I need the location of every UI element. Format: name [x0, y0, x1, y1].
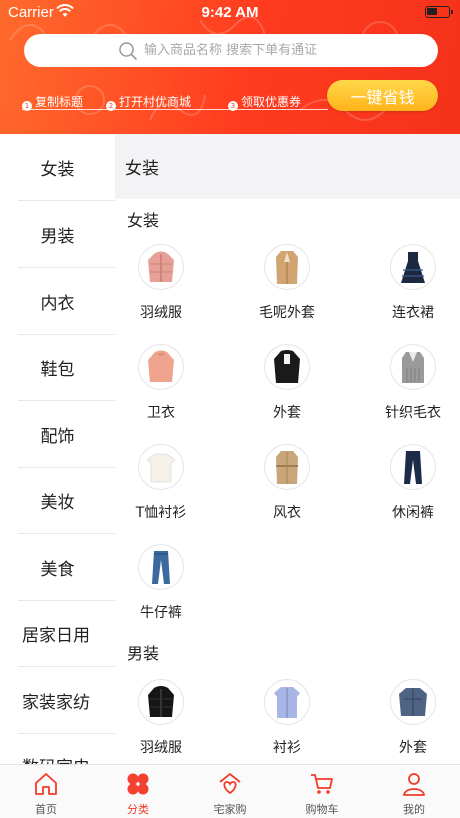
- tab-category[interactable]: 分类: [92, 765, 184, 818]
- status-time: 9:42 AM: [201, 4, 259, 21]
- category-content: 女装 女装 羽绒服 毛呢外套 连衣裙 卫衣 外套 针织毛衣 T恤衬衫 风衣 休闲…: [115, 134, 460, 764]
- casual-pants-icon: [390, 444, 436, 490]
- sidebar-item-label: 数码家电: [22, 753, 90, 764]
- house-shop-icon: [219, 772, 241, 795]
- tab-house-shop[interactable]: 宅家购: [184, 765, 276, 818]
- category-item-mens-shirt[interactable]: 衬衫: [237, 679, 337, 764]
- dress-icon: [390, 244, 436, 290]
- sidebar-item-label: 配饰: [40, 427, 75, 447]
- category-item-wool-coat[interactable]: 毛呢外套: [237, 244, 337, 334]
- tab-label: 我的: [403, 803, 425, 816]
- category-label: 毛呢外套: [259, 305, 315, 321]
- category-item-dress[interactable]: 连衣裙: [363, 244, 460, 334]
- sidebar-item-label: 居家日用: [22, 626, 90, 646]
- jeans-icon: [138, 544, 184, 590]
- category-label: 休闲裤: [392, 505, 434, 521]
- step-copy-title: 1 复制标题: [22, 93, 83, 111]
- category-item-jeans[interactable]: 牛仔裤: [115, 544, 211, 634]
- home-icon: [35, 773, 57, 795]
- battery-icon: [425, 6, 453, 18]
- cart-icon: [311, 774, 333, 794]
- trench-coat-icon: [264, 444, 310, 490]
- category-item-mens-puffer-jacket[interactable]: 羽绒服: [115, 679, 211, 764]
- tab-label: 分类: [127, 803, 149, 816]
- puffer-jacket-icon: [138, 244, 184, 290]
- category-label: 外套: [399, 740, 427, 756]
- step-number: 2: [106, 101, 116, 111]
- puffer-jacket-icon: [138, 679, 184, 725]
- category-item-mens-jacket[interactable]: 外套: [363, 679, 460, 764]
- sidebar-item-womens[interactable]: 女装: [0, 134, 115, 201]
- status-bar: Carrier 9:42 AM: [0, 0, 460, 26]
- search-icon: [119, 41, 137, 60]
- category-item-hoodie[interactable]: 卫衣: [115, 344, 211, 434]
- category-label: 衬衫: [273, 740, 301, 756]
- sidebar-item-electronics[interactable]: 数码家电: [0, 732, 115, 764]
- sidebar-item-label: 内衣: [40, 294, 75, 314]
- profile-icon: [403, 773, 425, 796]
- category-label: 卫衣: [147, 405, 175, 421]
- tab-label: 宅家购: [213, 803, 247, 816]
- category-item-trench-coat[interactable]: 风衣: [237, 444, 337, 534]
- tab-cart[interactable]: 购物车: [276, 765, 368, 818]
- step-label: 领取优惠券: [241, 95, 302, 109]
- category-label: 羽绒服: [140, 305, 182, 321]
- sidebar-item-label: 美食: [40, 560, 75, 580]
- step-number: 3: [228, 101, 238, 111]
- step-get-coupon: 3 领取优惠券: [228, 93, 301, 111]
- category-label: T恤衬衫: [135, 505, 187, 521]
- step-open-mall: 2 打开村优商城: [106, 93, 191, 111]
- sidebar-item-underwear[interactable]: 内衣: [0, 268, 115, 335]
- hoodie-icon: [138, 344, 184, 390]
- sidebar-item-label: 女装: [40, 160, 75, 180]
- category-item-jacket[interactable]: 外套: [237, 344, 337, 434]
- top-header: Carrier 9:42 AM 1 复制标题 2 打开村优商城 3 领取优惠券 …: [0, 0, 460, 134]
- search-input[interactable]: [144, 43, 344, 58]
- category-item-puffer-jacket[interactable]: 羽绒服: [115, 244, 211, 334]
- category-label: 风衣: [273, 505, 301, 521]
- step-label: 打开村优商城: [119, 95, 192, 109]
- sidebar-item-label: 鞋包: [40, 360, 75, 380]
- category-item-tshirt[interactable]: T恤衬衫: [115, 444, 211, 534]
- sidebar-item-household[interactable]: 居家日用: [0, 600, 115, 667]
- content-header: 女装: [115, 134, 460, 199]
- tab-label: 首页: [35, 803, 57, 816]
- step-label: 复制标题: [35, 95, 84, 109]
- tab-profile[interactable]: 我的: [368, 765, 460, 818]
- search-bar[interactable]: [24, 34, 438, 67]
- category-sidebar: 女装 男装 内衣 鞋包 配饰 美妆 美食 居家日用 家装家纺 数码家电: [0, 134, 115, 764]
- denim-jacket-icon: [390, 679, 436, 725]
- tab-label: 购物车: [305, 803, 339, 816]
- section-title-womens: 女装: [127, 211, 160, 230]
- category-label: 羽绒服: [140, 740, 182, 756]
- sidebar-item-mens[interactable]: 男装: [0, 201, 115, 268]
- category-label: 外套: [273, 405, 301, 421]
- sidebar-item-beauty[interactable]: 美妆: [0, 467, 115, 534]
- knit-sweater-icon: [390, 344, 436, 390]
- sidebar-item-home-textiles[interactable]: 家装家纺: [0, 667, 115, 734]
- category-label: 牛仔裤: [140, 605, 182, 621]
- section-title-mens: 男装: [127, 644, 160, 663]
- shirt-icon: [264, 679, 310, 725]
- tshirt-icon: [138, 444, 184, 490]
- category-label: 连衣裙: [392, 305, 434, 321]
- category-label: 针织毛衣: [385, 405, 441, 421]
- sidebar-item-accessories[interactable]: 配饰: [0, 401, 115, 468]
- wool-coat-icon: [264, 244, 310, 290]
- category-icon: [127, 773, 149, 795]
- category-item-casual-pants[interactable]: 休闲裤: [363, 444, 460, 534]
- content-header-title: 女装: [125, 159, 159, 179]
- sidebar-item-food[interactable]: 美食: [0, 534, 115, 601]
- sidebar-item-label: 家装家纺: [22, 693, 90, 713]
- category-item-knit-sweater[interactable]: 针织毛衣: [363, 344, 460, 434]
- bottom-tab-bar: 首页 分类 宅家购 购物车 我的: [0, 764, 460, 818]
- sidebar-item-label: 男装: [40, 227, 75, 247]
- sidebar-item-label: 美妆: [40, 493, 75, 513]
- sidebar-item-shoes-bags[interactable]: 鞋包: [0, 334, 115, 401]
- tab-home[interactable]: 首页: [0, 765, 92, 818]
- quick-save-button[interactable]: 一键省钱: [327, 80, 438, 111]
- step-number: 1: [22, 101, 32, 111]
- jacket-icon: [264, 344, 310, 390]
